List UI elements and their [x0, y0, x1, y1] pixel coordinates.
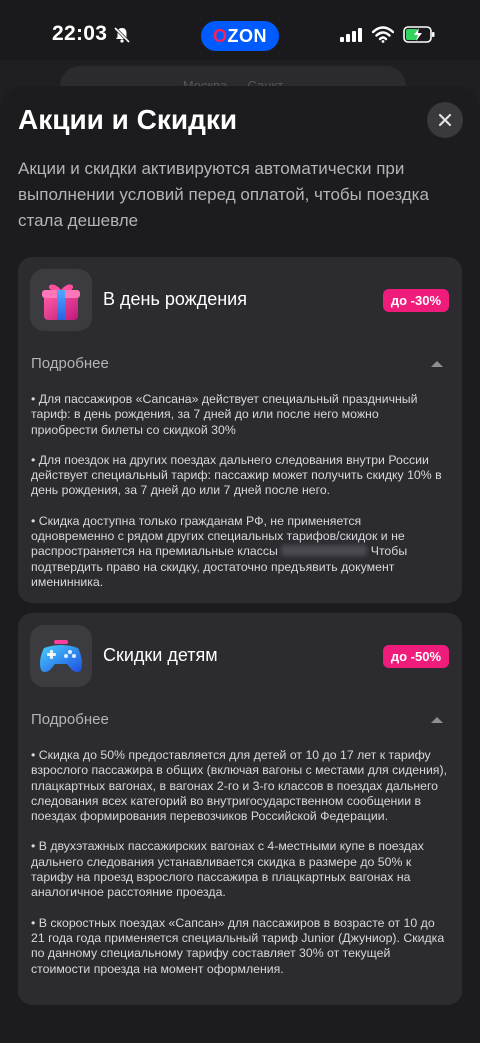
discounts-sheet: Акции и Скидки Акции и скидки активируют…: [0, 86, 480, 1043]
close-icon: [438, 113, 452, 127]
promo-card-kids: Скидки детям до -50% Подробнее • Скидка …: [18, 613, 462, 1005]
redacted-text: [281, 545, 368, 557]
sheet-title: Акции и Скидки: [18, 104, 238, 135]
details-text: • Скидка до 50% предоставляется для дете…: [31, 748, 447, 977]
details-paragraph: • Скидка доступна только гражданам РФ, н…: [31, 514, 447, 590]
ozon-logo: O ZON: [201, 21, 279, 51]
details-label: Подробнее: [31, 711, 109, 728]
gift-icon: [30, 269, 92, 331]
details-paragraph: • В двухэтажных пассажирских вагонах с 4…: [31, 839, 424, 900]
details-label: Подробнее: [31, 355, 109, 372]
promo-card-birthday: В день рождения до -30% Подробнее • Для …: [18, 257, 462, 603]
cellular-signal-icon: [340, 28, 362, 42]
details-paragraph: • Скидка до 50% предоставляется для дете…: [31, 748, 447, 824]
close-button[interactable]: [427, 102, 463, 138]
wifi-icon: [372, 26, 394, 43]
details-toggle[interactable]: Подробнее: [31, 711, 449, 733]
bell-off-icon: [113, 26, 131, 44]
gamepad-icon: [30, 625, 92, 687]
discount-badge: до -50%: [382, 645, 449, 668]
sheet-description: Акции и скидки активируются автоматическ…: [18, 159, 429, 230]
card-title: В день рождения: [103, 289, 247, 309]
chevron-up-icon[interactable]: [430, 359, 444, 369]
details-text: • Для пассажиров «Сапсана» действует спе…: [31, 392, 447, 590]
details-toggle[interactable]: Подробнее: [31, 355, 449, 377]
details-paragraph: • Для поездок на других поездах дальнего…: [31, 452, 442, 498]
details-paragraph: • В скоростных поездах «Сапсан» для пасс…: [31, 915, 445, 976]
discount-badge: до -30%: [382, 289, 449, 312]
details-paragraph: • Для пассажиров «Сапсана» действует спе…: [31, 392, 418, 437]
chevron-up-icon[interactable]: [430, 715, 444, 725]
battery-charging-icon: [403, 26, 435, 43]
card-title: Скидки детям: [103, 645, 218, 665]
status-time: 22:03: [52, 22, 108, 45]
